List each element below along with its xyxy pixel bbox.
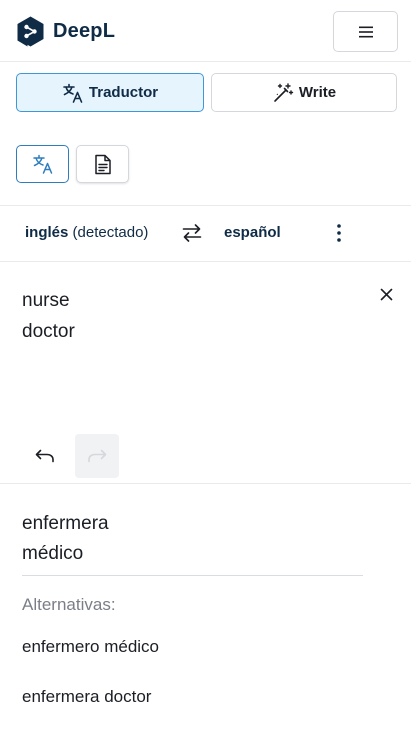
hamburger-menu-icon bbox=[358, 26, 373, 37]
vertical-dots-icon bbox=[337, 224, 341, 242]
source-line: doctor bbox=[22, 321, 75, 342]
undo-icon bbox=[35, 449, 54, 463]
target-line: enfermera bbox=[22, 513, 109, 534]
more-options-button[interactable] bbox=[329, 220, 349, 246]
tab-write[interactable]: Write bbox=[211, 73, 397, 112]
source-language-selector[interactable]: inglés (detectado) bbox=[25, 224, 148, 241]
magic-wand-icon bbox=[274, 82, 294, 102]
target-line: médico bbox=[22, 543, 84, 564]
redo-icon bbox=[88, 449, 107, 463]
deepl-logo-icon bbox=[17, 16, 44, 47]
app-name: DeepL bbox=[53, 20, 116, 42]
alternatives-heading: Alternativas: bbox=[22, 595, 116, 614]
alternative-item[interactable]: enfermero médico bbox=[22, 637, 159, 657]
deepl-logo[interactable]: DeepL bbox=[17, 16, 115, 47]
alternative-item[interactable]: enfermera doctor bbox=[22, 687, 151, 707]
language-bar: inglés (detectado) español bbox=[0, 205, 411, 262]
source-text-input[interactable]: nurse doctor bbox=[22, 285, 362, 347]
source-detected-label: (detectado) bbox=[72, 224, 149, 241]
target-language-selector[interactable]: español bbox=[224, 224, 281, 241]
menu-button[interactable] bbox=[333, 11, 398, 52]
clear-source-button[interactable] bbox=[374, 282, 398, 306]
source-line: nurse bbox=[22, 290, 70, 311]
document-icon bbox=[94, 154, 111, 174]
panel-divider bbox=[0, 483, 411, 484]
text-translation-button[interactable] bbox=[16, 145, 69, 183]
source-language: inglés bbox=[25, 224, 69, 241]
document-translation-button[interactable] bbox=[76, 145, 129, 183]
close-icon bbox=[380, 288, 392, 300]
translate-icon bbox=[32, 154, 52, 174]
tab-write-label: Write bbox=[298, 84, 337, 101]
tab-translator-label: Traductor bbox=[88, 84, 159, 101]
redo-button[interactable] bbox=[75, 434, 119, 478]
swap-arrows-icon bbox=[182, 224, 202, 242]
undo-button[interactable] bbox=[23, 434, 67, 478]
top-header: DeepL bbox=[0, 0, 411, 62]
translate-icon bbox=[63, 83, 83, 103]
swap-languages-button[interactable] bbox=[178, 219, 206, 247]
target-text-output[interactable]: enfermera médico bbox=[22, 509, 362, 569]
tab-translator[interactable]: Traductor bbox=[16, 73, 204, 112]
target-divider bbox=[22, 575, 363, 576]
